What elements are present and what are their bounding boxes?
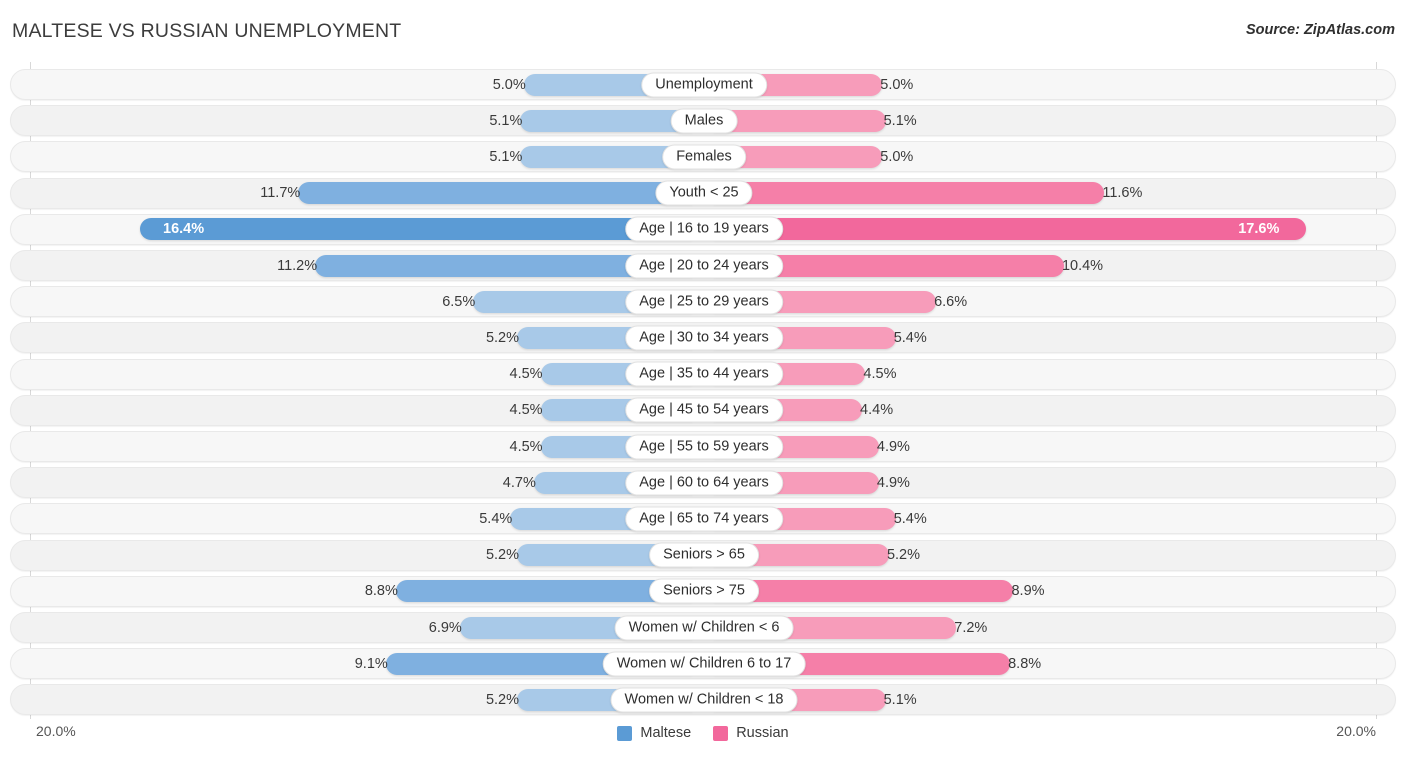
- bar-russian: [714, 109, 886, 132]
- category-label[interactable]: Women w/ Children < 6: [614, 615, 794, 640]
- category-label[interactable]: Age | 35 to 44 years: [625, 361, 783, 387]
- bar-maltese: [395, 580, 692, 603]
- value-label-maltese: 5.2%: [485, 329, 520, 346]
- bar-russian: [714, 182, 1105, 205]
- value-label-russian: 17.6%: [1238, 221, 1280, 238]
- value-label-russian: 10.4%: [1061, 257, 1104, 274]
- table-row[interactable]: 16.4% 17.6% Age | 16 to 19 years: [10, 213, 1396, 245]
- category-label[interactable]: Age | 16 to 19 years: [625, 216, 783, 242]
- category-label[interactable]: Unemployment: [641, 72, 767, 97]
- value-label-maltese: 11.2%: [277, 257, 318, 274]
- value-label-maltese: 5.2%: [485, 691, 520, 708]
- value-label-russian: 5.1%: [883, 691, 917, 708]
- value-label-russian: 5.0%: [880, 148, 914, 165]
- legend-item-russian[interactable]: Russian: [713, 725, 789, 741]
- value-label-russian: 8.8%: [1008, 655, 1042, 672]
- value-label-russian: 11.6%: [1102, 185, 1143, 202]
- category-label[interactable]: Women w/ Children 6 to 17: [602, 651, 806, 677]
- category-label[interactable]: Youth < 25: [655, 180, 753, 206]
- value-label-maltese: 5.0%: [492, 76, 526, 93]
- legend-item-maltese[interactable]: Maltese: [617, 725, 691, 741]
- value-label-russian: 4.5%: [863, 366, 897, 383]
- value-label-maltese: 5.1%: [489, 112, 523, 129]
- legend-swatch-icon: [713, 725, 729, 741]
- table-row[interactable]: 4.5% 4.5% Age | 35 to 44 years: [10, 358, 1396, 390]
- table-row[interactable]: 8.8% 8.9% Seniors > 75: [10, 575, 1396, 607]
- table-row[interactable]: 6.9% 7.2% Women w/ Children < 6: [10, 612, 1396, 643]
- category-label[interactable]: Age | 45 to 54 years: [625, 397, 783, 423]
- value-label-russian: 5.2%: [886, 547, 921, 564]
- chart-plot-area: 5.0% 5.0% Unemployment 5.1% 5.1% Males 5.1% 5.0…: [0, 62, 1406, 719]
- category-label[interactable]: Females: [662, 144, 746, 170]
- chart-header: MALTESE VS RUSSIAN UNEMPLOYMENT Source: …: [0, 0, 1406, 62]
- table-row[interactable]: 4.7% 4.9% Age | 60 to 64 years: [10, 467, 1396, 499]
- value-label-maltese: 6.5%: [442, 293, 476, 310]
- value-label-maltese: 5.2%: [485, 547, 520, 564]
- value-label-russian: 8.9%: [1011, 583, 1045, 600]
- category-label[interactable]: Seniors > 75: [649, 578, 759, 604]
- table-row[interactable]: 5.2% 5.2% Seniors > 65: [10, 539, 1396, 571]
- value-label-maltese: 5.1%: [489, 148, 523, 165]
- table-row[interactable]: 5.1% 5.1% Males: [10, 105, 1396, 137]
- category-label[interactable]: Seniors > 65: [649, 542, 759, 568]
- value-label-russian: 5.1%: [883, 112, 917, 129]
- category-label[interactable]: Age | 30 to 34 years: [625, 325, 783, 351]
- table-row[interactable]: 11.7% 11.6% Youth < 25: [10, 177, 1396, 209]
- source-attribution: Source: ZipAtlas.com: [1245, 22, 1395, 38]
- value-label-maltese: 11.7%: [260, 185, 301, 202]
- value-label-maltese: 4.5%: [509, 438, 543, 455]
- value-label-maltese: 4.5%: [509, 402, 543, 419]
- chart-page: MALTESE VS RUSSIAN UNEMPLOYMENT Source: …: [0, 0, 1406, 757]
- table-row[interactable]: 11.2% 10.4% Age | 20 to 24 years: [10, 250, 1396, 281]
- legend-label: Maltese: [640, 725, 692, 741]
- table-row[interactable]: 5.2% 5.1% Women w/ Children < 18: [10, 684, 1396, 716]
- table-row[interactable]: 9.1% 8.8% Women w/ Children 6 to 17: [10, 648, 1396, 680]
- value-label-russian: 5.4%: [893, 329, 927, 346]
- bar-maltese: [140, 218, 692, 241]
- value-label-russian: 7.2%: [954, 619, 988, 636]
- value-label-russian: 4.9%: [876, 474, 910, 491]
- value-label-russian: 5.4%: [893, 510, 927, 527]
- value-label-russian: 6.6%: [934, 293, 968, 310]
- value-label-maltese: 16.4%: [163, 221, 205, 238]
- value-label-maltese: 8.8%: [364, 583, 398, 600]
- category-label[interactable]: Age | 55 to 59 years: [625, 434, 783, 459]
- category-label[interactable]: Age | 60 to 64 years: [625, 470, 783, 496]
- category-label[interactable]: Age | 65 to 74 years: [625, 506, 783, 532]
- category-label[interactable]: Age | 20 to 24 years: [625, 253, 783, 278]
- bar-russian: [714, 218, 1307, 241]
- table-row[interactable]: 6.5% 6.6% Age | 25 to 29 years: [10, 286, 1396, 318]
- value-label-russian: 4.4%: [860, 402, 894, 419]
- category-label[interactable]: Women w/ Children < 18: [610, 687, 798, 713]
- bar-russian: [714, 580, 1014, 603]
- table-row[interactable]: 5.1% 5.0% Females: [10, 141, 1396, 173]
- value-label-russian: 5.0%: [880, 76, 914, 93]
- bar-maltese: [298, 182, 692, 205]
- chart-footer: 20.0% 20.0% Maltese Russian: [0, 719, 1406, 757]
- value-label-maltese: 6.9%: [428, 619, 462, 636]
- value-label-maltese: 4.5%: [509, 366, 543, 383]
- chart-legend: Maltese Russian: [0, 725, 1406, 741]
- legend-swatch-icon: [617, 725, 633, 741]
- value-label-maltese: 4.7%: [502, 474, 536, 491]
- legend-label: Russian: [736, 725, 789, 741]
- table-row[interactable]: 5.0% 5.0% Unemployment: [10, 69, 1396, 100]
- table-row[interactable]: 4.5% 4.4% Age | 45 to 54 years: [10, 394, 1396, 426]
- category-label[interactable]: Age | 25 to 29 years: [625, 289, 783, 315]
- category-label[interactable]: Males: [670, 108, 738, 134]
- bar-maltese: [520, 109, 692, 132]
- page-title: MALTESE VS RUSSIAN UNEMPLOYMENT: [12, 20, 402, 42]
- table-row[interactable]: 5.2% 5.4% Age | 30 to 34 years: [10, 322, 1396, 354]
- table-row[interactable]: 4.5% 4.9% Age | 55 to 59 years: [10, 431, 1396, 462]
- value-label-maltese: 9.1%: [354, 655, 388, 672]
- value-label-maltese: 5.4%: [479, 510, 513, 527]
- value-label-russian: 4.9%: [876, 438, 910, 455]
- table-row[interactable]: 5.4% 5.4% Age | 65 to 74 years: [10, 503, 1396, 535]
